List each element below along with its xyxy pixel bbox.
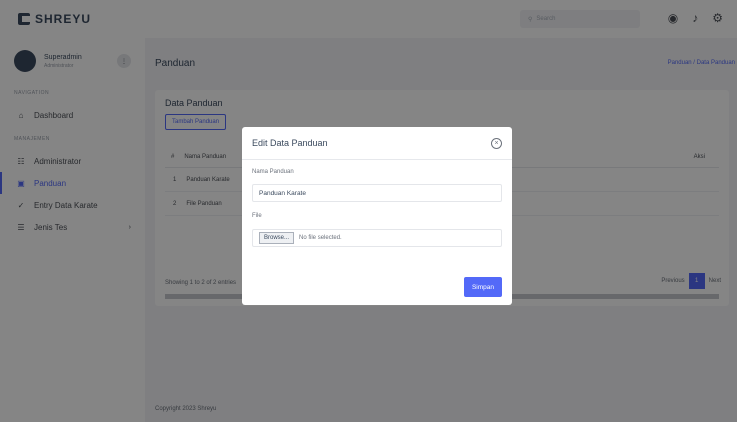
close-icon[interactable]: × xyxy=(491,137,502,149)
modal-header: Edit Data Panduan × xyxy=(242,127,512,160)
save-button[interactable]: Simpan xyxy=(464,277,502,297)
browse-button[interactable]: Browse... xyxy=(259,232,295,244)
edit-panduan-modal: Edit Data Panduan × Nama Panduan File Br… xyxy=(242,127,512,305)
no-file-text: No file selected. xyxy=(299,235,342,241)
file-input[interactable]: Browse... No file selected. xyxy=(252,229,502,247)
file-label: File xyxy=(252,213,262,219)
nama-panduan-label: Nama Panduan xyxy=(252,169,294,175)
nama-panduan-field[interactable] xyxy=(252,184,502,202)
modal-title: Edit Data Panduan xyxy=(252,138,328,148)
